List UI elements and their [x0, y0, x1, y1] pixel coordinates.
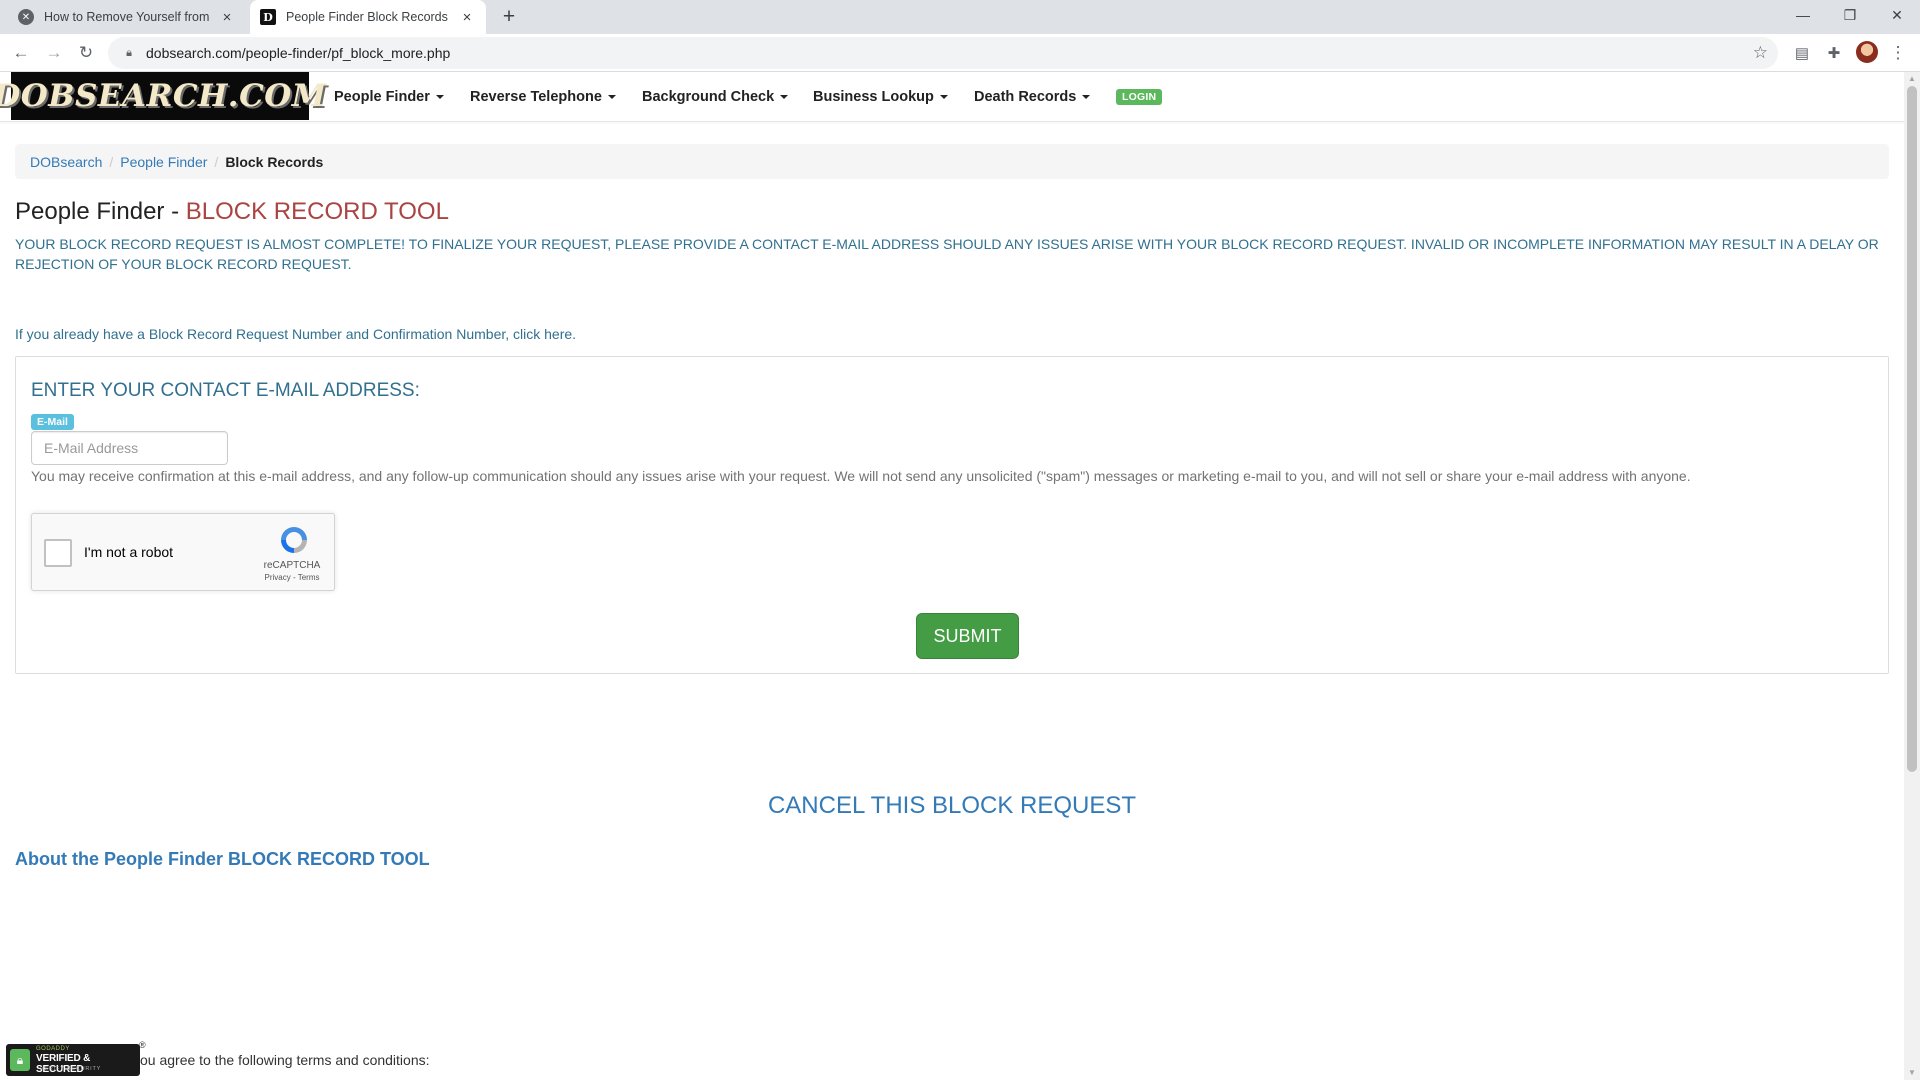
nav-people-finder[interactable]: People Finder: [334, 72, 444, 122]
scroll-down-icon[interactable]: ▼: [1907, 1068, 1917, 1078]
recaptcha-label: I'm not a robot: [84, 544, 174, 560]
lock-icon[interactable]: 🔒︎: [122, 46, 136, 60]
nav-business-lookup[interactable]: Business Lookup: [813, 72, 948, 122]
existing-request-link[interactable]: If you already have a Block Record Reque…: [15, 326, 576, 342]
email-heading: ENTER YOUR CONTACT E-MAIL ADDRESS:: [31, 380, 420, 401]
caret-down-icon: [939, 95, 948, 99]
seal-subtitle: VERIFY SECURITY: [40, 1066, 102, 1072]
scroll-up-icon[interactable]: ▲: [1907, 74, 1917, 84]
browser-tab-active[interactable]: D People Finder Block Records ×: [250, 0, 486, 34]
caret-down-icon: [1082, 95, 1091, 99]
tab-title: How to Remove Yourself from DO: [44, 10, 212, 24]
browser-tab-inactive[interactable]: ✕ How to Remove Yourself from DO ×: [8, 0, 246, 34]
recaptcha-widget: I'm not a robot reCAPTCHA Privacy - Term…: [31, 513, 335, 591]
caret-down-icon: [607, 95, 616, 99]
contact-email-panel: ENTER YOUR CONTACT E-MAIL ADDRESS: E-Mai…: [15, 356, 1889, 674]
page-title-highlight: BLOCK RECORD TOOL: [185, 198, 449, 225]
minimize-icon[interactable]: —: [1780, 0, 1826, 30]
recaptcha-brand: reCAPTCHA: [263, 560, 321, 571]
breadcrumb-separator: /: [214, 153, 219, 170]
url-text: dobsearch.com/people-finder/pf_block_mor…: [146, 45, 451, 61]
close-window-icon[interactable]: ✕: [1874, 0, 1920, 30]
tab-favicon-icon: ✕: [18, 9, 34, 25]
godaddy-seal[interactable]: 🔒︎ GODADDY VERIFIED & SECURED VERIFY SEC…: [6, 1044, 140, 1076]
nav-label: Background Check: [642, 89, 775, 105]
breadcrumb-dobsearch[interactable]: DOBsearch: [30, 154, 102, 170]
shield-lock-icon: 🔒︎: [10, 1049, 30, 1071]
puzzle-icon[interactable]: ✚: [1822, 41, 1846, 65]
nav-background-check[interactable]: Background Check: [642, 72, 789, 122]
login-button[interactable]: LOGIN: [1116, 89, 1163, 105]
forward-arrow-icon[interactable]: →: [40, 39, 68, 67]
avatar[interactable]: [1856, 41, 1878, 63]
restore-icon[interactable]: ❐: [1827, 0, 1873, 30]
nav-death-records[interactable]: Death Records: [974, 72, 1091, 122]
tab-close-icon[interactable]: ×: [218, 8, 236, 26]
browser-tabstrip: ✕ How to Remove Yourself from DO × D Peo…: [0, 0, 1920, 34]
site-navbar: DOBSEARCH.COM People Finder Reverse Tele…: [0, 72, 1904, 122]
star-icon[interactable]: ☆: [1753, 43, 1768, 63]
tab-title: People Finder Block Records: [286, 10, 448, 24]
nav-label: Reverse Telephone: [470, 89, 602, 105]
caret-down-icon: [780, 95, 789, 99]
breadcrumb-separator: /: [109, 153, 114, 170]
kebab-menu-icon[interactable]: ⋮: [1886, 41, 1910, 65]
breadcrumb-current: Block Records: [225, 153, 324, 170]
new-tab-button[interactable]: +: [496, 5, 522, 29]
page-title: People Finder - BLOCK RECORD TOOL: [15, 198, 449, 226]
page-title-prefix: People Finder -: [15, 198, 186, 225]
block-notice: YOUR BLOCK RECORD REQUEST IS ALMOST COMP…: [15, 236, 1879, 272]
scrollbar-thumb[interactable]: [1907, 86, 1917, 772]
logo-text: DOBSEARCH.COM: [0, 78, 327, 114]
breadcrumb: DOBsearch / People Finder / Block Record…: [15, 144, 1889, 179]
recaptcha-terms-link[interactable]: Privacy - Terms: [260, 573, 324, 582]
cancel-block-request-link[interactable]: CANCEL THIS BLOCK REQUEST: [0, 792, 1904, 820]
site-logo[interactable]: DOBSEARCH.COM: [0, 72, 326, 120]
back-arrow-icon[interactable]: ←: [7, 39, 35, 67]
email-help-text: You may receive confirmation at this e-m…: [31, 468, 1691, 484]
reload-icon[interactable]: ↻: [72, 39, 100, 67]
email-field[interactable]: [31, 431, 228, 465]
page-scrollbar[interactable]: ▲ ▼: [1904, 72, 1920, 1080]
seal-brand: GODADDY: [36, 1046, 70, 1052]
nav-reverse-telephone[interactable]: Reverse Telephone: [470, 72, 616, 122]
caret-down-icon: [435, 95, 444, 99]
email-tag: E-Mail: [31, 414, 74, 430]
reading-list-icon[interactable]: ▤: [1790, 41, 1814, 65]
address-bar[interactable]: 🔒︎ dobsearch.com/people-finder/pf_block_…: [108, 37, 1778, 69]
about-heading: About the People Finder BLOCK RECORD TOO…: [15, 849, 430, 869]
page-viewport: DOBSEARCH.COM People Finder Reverse Tele…: [0, 72, 1904, 1080]
dobsearch-favicon-icon: D: [260, 9, 276, 25]
registered-mark: ®: [139, 1040, 146, 1050]
browser-toolbar: ← → ↻ 🔒︎ dobsearch.com/people-finder/pf_…: [0, 34, 1920, 72]
nav-label: Business Lookup: [813, 89, 934, 105]
tab-close-icon[interactable]: ×: [458, 8, 476, 26]
submit-button[interactable]: SUBMIT: [916, 613, 1019, 659]
breadcrumb-people-finder[interactable]: People Finder: [120, 154, 207, 170]
recaptcha-logo-icon: [281, 527, 307, 553]
nav-label: Death Records: [974, 89, 1077, 105]
terms-intro-text: ou agree to the following terms and cond…: [140, 1052, 430, 1068]
recaptcha-checkbox[interactable]: [44, 539, 72, 567]
nav-label: People Finder: [334, 89, 430, 105]
